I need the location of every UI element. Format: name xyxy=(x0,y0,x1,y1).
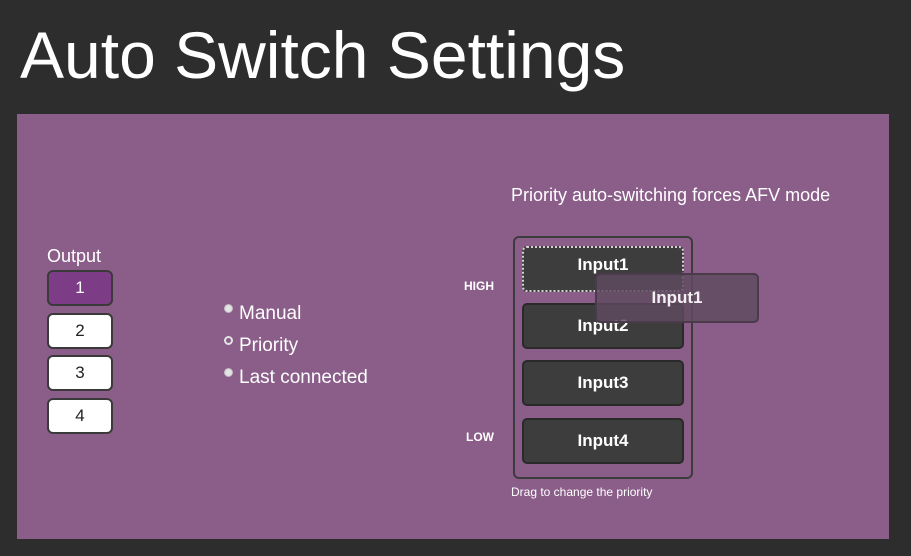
radio-last-connected-label[interactable]: Last connected xyxy=(239,367,368,389)
dragging-input1[interactable]: Input1 xyxy=(595,273,759,323)
page-title: Auto Switch Settings xyxy=(20,18,626,92)
drag-hint: Drag to change the priority xyxy=(511,485,653,499)
radio-manual-label[interactable]: Manual xyxy=(239,303,301,325)
input4-button[interactable]: Input4 xyxy=(522,418,684,464)
output-label: Output xyxy=(47,246,102,266)
radio-last-connected-dot[interactable] xyxy=(224,367,233,377)
input3-button[interactable]: Input3 xyxy=(522,360,684,406)
radio-priority-label[interactable]: Priority xyxy=(239,335,298,357)
radio-priority-dot[interactable] xyxy=(224,335,233,345)
output-button-4[interactable]: 4 xyxy=(47,398,113,434)
radio-last-connected[interactable]: Last connected xyxy=(224,362,368,394)
radio-priority[interactable]: Priority xyxy=(224,330,368,362)
radio-manual-dot[interactable] xyxy=(224,303,233,313)
high-priority-label: HIGH xyxy=(464,279,494,293)
output-button-2[interactable]: 2 xyxy=(47,313,113,349)
mode-radio-group: Manual Priority Last connected xyxy=(224,298,368,394)
low-priority-label: LOW xyxy=(466,430,494,444)
output-button-1[interactable]: 1 xyxy=(47,270,113,306)
radio-manual[interactable]: Manual xyxy=(224,298,368,330)
priority-note: Priority auto-switching forces AFV mode xyxy=(511,185,831,205)
settings-panel: Output 1 2 3 4 Manual Priority Last conn… xyxy=(17,114,889,539)
output-button-3[interactable]: 3 xyxy=(47,355,113,391)
